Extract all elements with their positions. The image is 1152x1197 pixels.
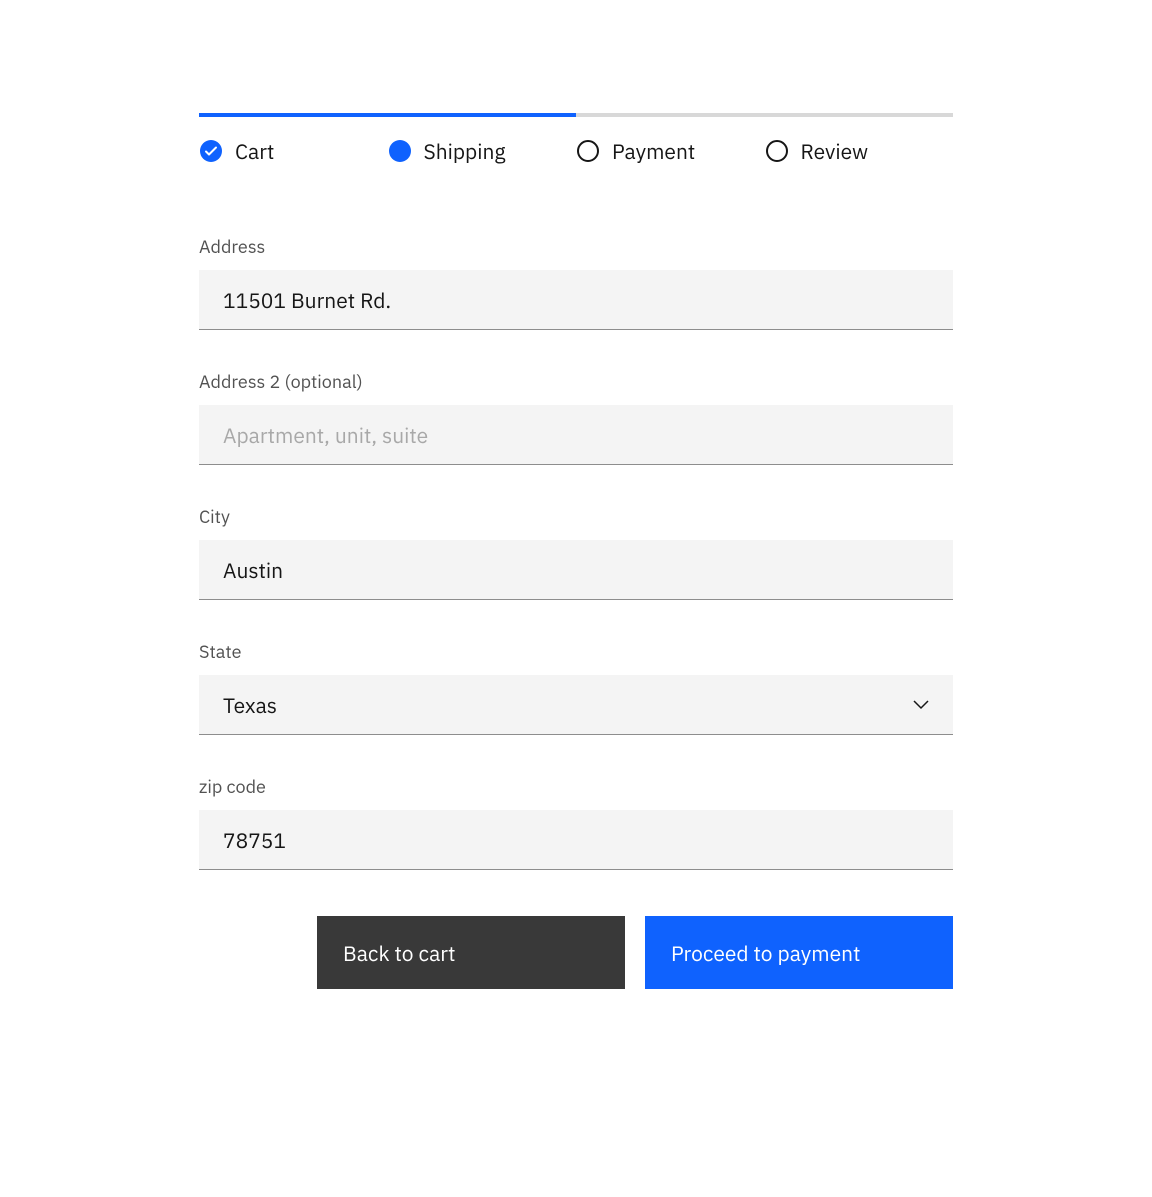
chevron-down-icon [913,700,929,710]
step-label: Review [801,137,869,165]
progress-segment-review [765,113,954,117]
address2-label: Address 2 (optional) [199,370,953,393]
steps-row: Cart Shipping Payment Review [199,137,953,165]
address-input[interactable] [199,270,953,330]
zip-input[interactable] [199,810,953,870]
state-label: State [199,640,953,663]
progress-bar [199,113,953,117]
circle-outline-icon [765,139,789,163]
step-label: Cart [235,137,274,165]
step-label: Payment [612,137,695,165]
step-review[interactable]: Review [765,137,954,165]
city-label: City [199,505,953,528]
address2-input[interactable] [199,405,953,465]
progress-segment-payment [576,113,765,117]
back-button[interactable]: Back to cart [317,916,625,989]
step-shipping[interactable]: Shipping [388,137,577,165]
state-value: Texas [223,691,277,719]
zip-label: zip code [199,775,953,798]
proceed-button[interactable]: Proceed to payment [645,916,953,989]
step-label: Shipping [424,137,506,165]
step-cart[interactable]: Cart [199,137,388,165]
check-circle-icon [199,139,223,163]
state-select[interactable]: Texas [199,675,953,735]
city-input[interactable] [199,540,953,600]
progress-segment-shipping [388,113,577,117]
address-label: Address [199,235,953,258]
circle-filled-icon [388,139,412,163]
progress-segment-cart [199,113,388,117]
step-payment[interactable]: Payment [576,137,765,165]
circle-outline-icon [576,139,600,163]
